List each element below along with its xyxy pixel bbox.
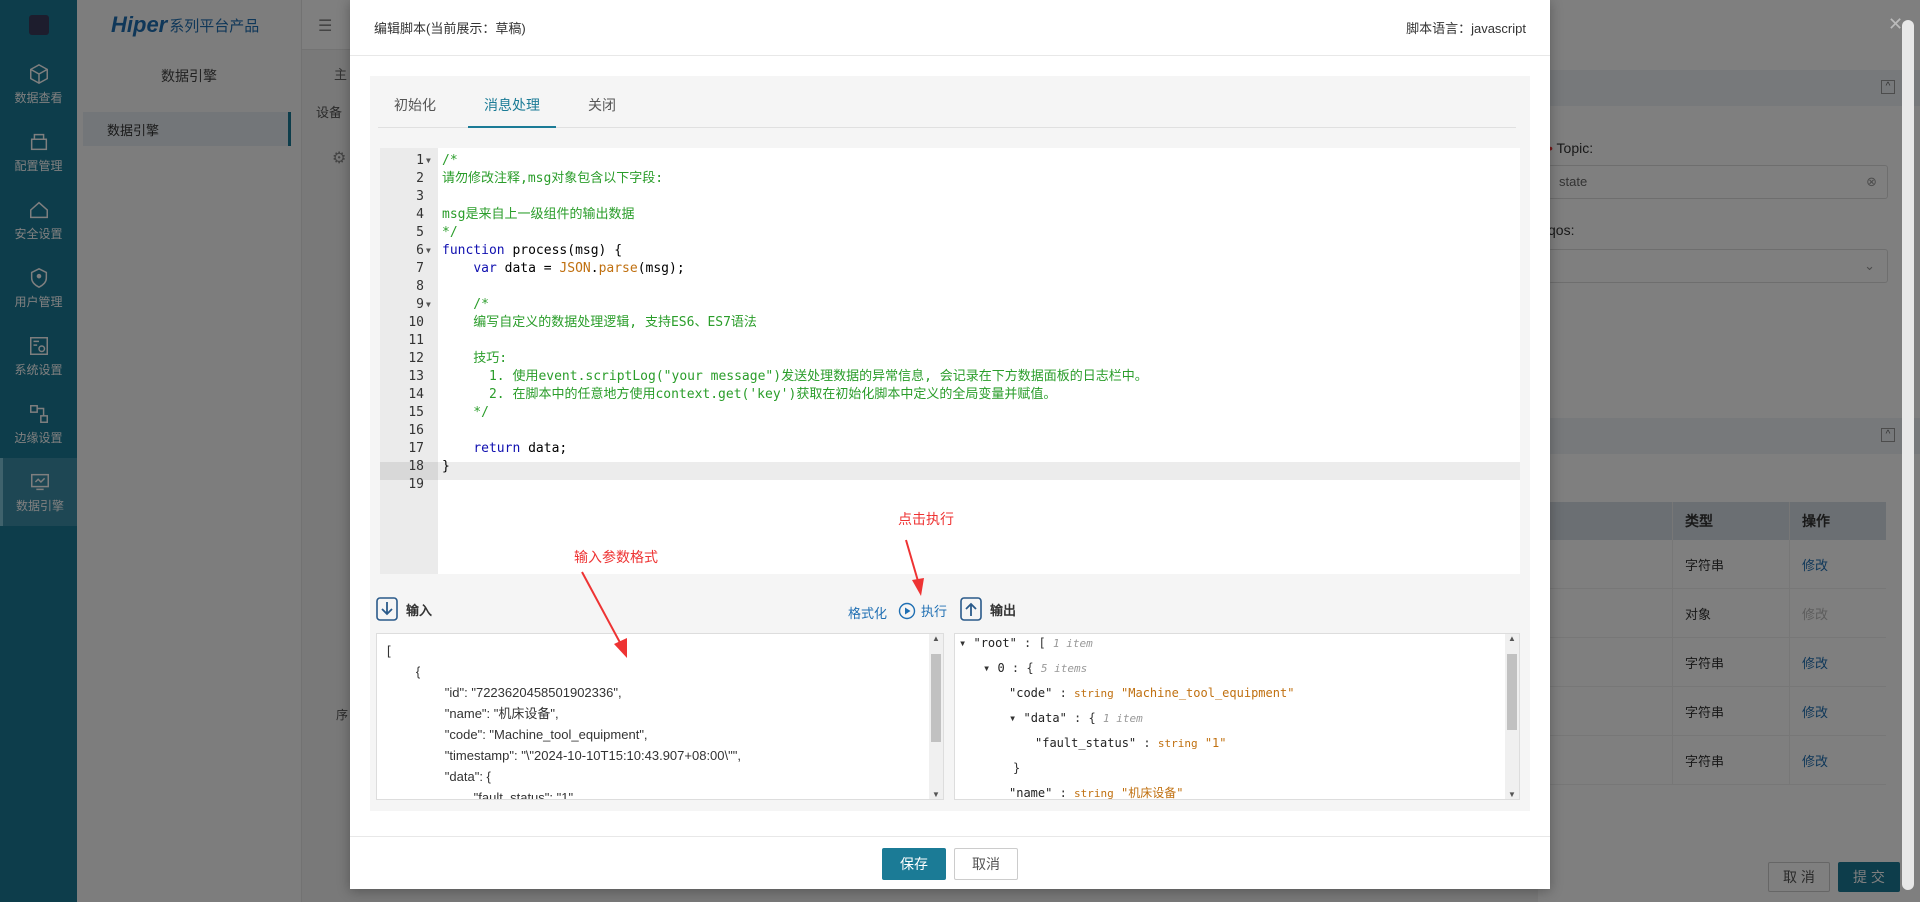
arrow-to-input-head (614, 638, 627, 658)
arrow-to-execute-head (912, 578, 924, 596)
annotation-arrows (581, 539, 924, 658)
save-button[interactable]: 保存 (882, 848, 946, 880)
arrow-to-input (581, 571, 625, 651)
modal-footer: 保存 取消 (350, 836, 1550, 889)
edit-script-modal: 编辑脚本(当前展示：草稿) 脚本语言：javascript 初始化 消息处理 关… (350, 0, 1550, 889)
drawer-close-icon[interactable]: ✕ (1888, 14, 1903, 35)
window-scrollbar[interactable] (1902, 20, 1914, 890)
cancel-button[interactable]: 取消 (954, 848, 1018, 880)
